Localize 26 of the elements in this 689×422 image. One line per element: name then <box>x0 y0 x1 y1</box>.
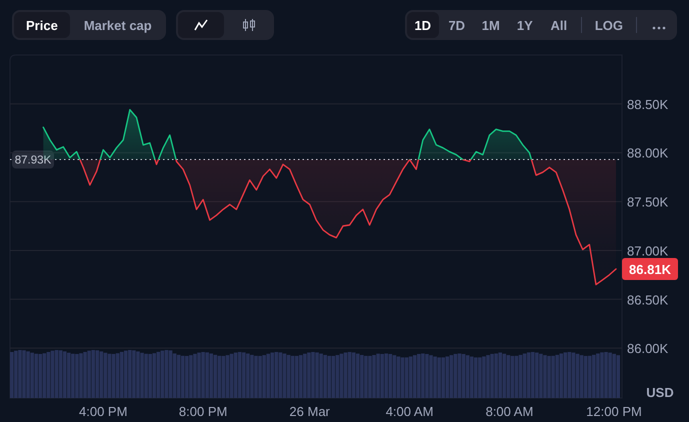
y-axis-label: 87.50K <box>627 194 668 210</box>
range-tab[interactable]: 1M <box>474 12 507 38</box>
currency-label: USD <box>646 385 674 400</box>
y-axis-label: 86.50K <box>627 292 668 308</box>
y-axis-label: 88.00K <box>627 146 668 161</box>
range-tab[interactable]: 1D <box>406 12 439 38</box>
candlestick-icon <box>242 18 256 32</box>
range-tab[interactable]: 1Y <box>508 12 541 38</box>
x-axis-label: 8:00 PM <box>178 404 228 419</box>
y-axis-label: 88.50K <box>627 96 668 112</box>
last-price-badge: 86.81K <box>622 258 678 280</box>
y-axis-label: 87.00K <box>627 243 668 258</box>
log-scale-button[interactable]: LOG <box>588 12 630 38</box>
metric-tab[interactable]: Price <box>14 12 70 38</box>
x-axis-label: 8:00 AM <box>486 404 534 419</box>
y-axis-label: 86.00K <box>627 341 668 356</box>
line-chart-icon <box>194 19 208 31</box>
more-icon <box>652 26 666 30</box>
chart-type-button[interactable] <box>178 12 224 38</box>
x-axis-label: 26 Mar <box>289 404 330 419</box>
x-axis-label: 12:00 PM <box>586 404 642 419</box>
x-axis-label: 4:00 PM <box>79 404 128 419</box>
metric-tab[interactable]: Market cap <box>72 12 164 38</box>
range-tab[interactable]: 7D <box>440 12 473 38</box>
range-tab[interactable]: All <box>542 12 575 38</box>
x-axis-label: 4:00 AM <box>386 404 434 419</box>
